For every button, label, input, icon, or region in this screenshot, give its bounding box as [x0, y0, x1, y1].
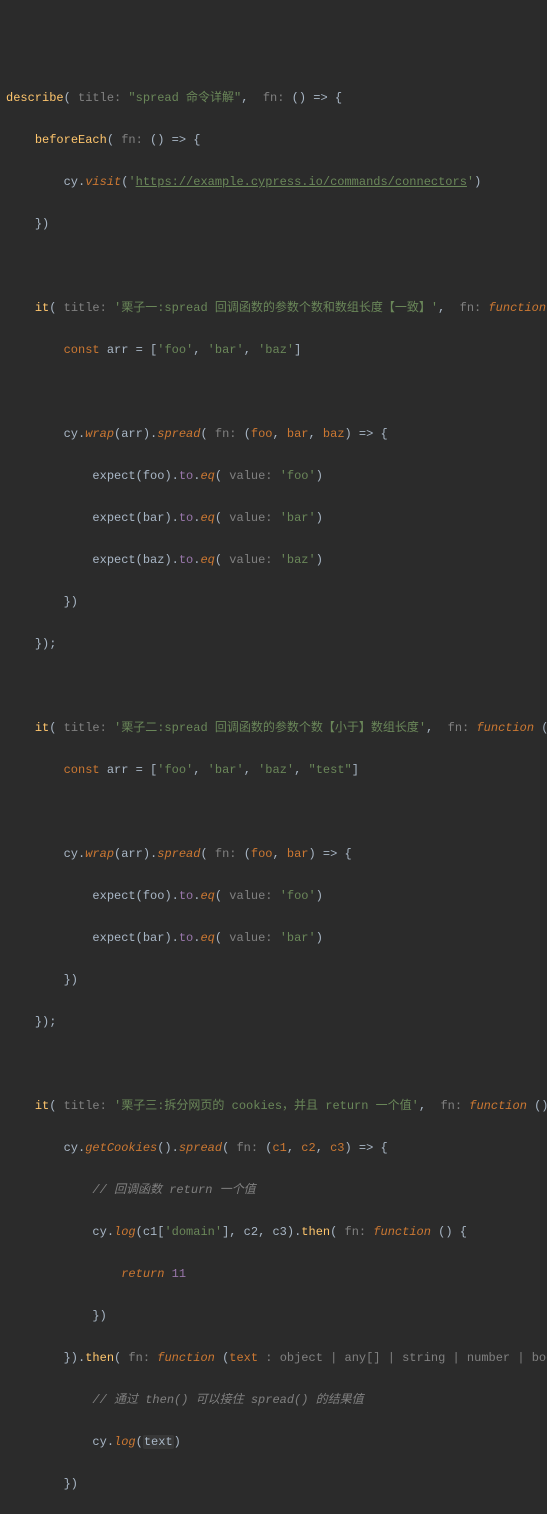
code-line: }).then( fn: function (text : object | a… — [0, 1348, 547, 1369]
code-line: }) — [0, 970, 547, 991]
code-line: // 回调函数 return 一个值 — [0, 1180, 547, 1201]
code-line: cy.wrap(arr).spread( fn: (foo, bar) => { — [0, 844, 547, 865]
blank-line — [0, 802, 547, 823]
code-line: }) — [0, 592, 547, 613]
code-line: expect(bar).to.eq( value: 'bar') — [0, 928, 547, 949]
code-line: describe( title: "spread 命令详解", fn: () =… — [0, 88, 547, 109]
blank-line — [0, 1054, 547, 1075]
code-line: }) — [0, 1306, 547, 1327]
code-line: const arr = ['foo', 'bar', 'baz'] — [0, 340, 547, 361]
code-line: return 11 — [0, 1264, 547, 1285]
code-line: cy.log(text) — [0, 1432, 547, 1453]
code-line: expect(bar).to.eq( value: 'bar') — [0, 508, 547, 529]
blank-line — [0, 256, 547, 277]
code-line: cy.visit('https://example.cypress.io/com… — [0, 172, 547, 193]
code-line: beforeEach( fn: () => { — [0, 130, 547, 151]
blank-line — [0, 382, 547, 403]
code-line: cy.wrap(arr).spread( fn: (foo, bar, baz)… — [0, 424, 547, 445]
code-line: cy.getCookies().spread( fn: (c1, c2, c3)… — [0, 1138, 547, 1159]
code-line: expect(foo).to.eq( value: 'foo') — [0, 466, 547, 487]
code-line: expect(baz).to.eq( value: 'baz') — [0, 550, 547, 571]
url-link[interactable]: https://example.cypress.io/commands/conn… — [136, 175, 467, 189]
code-line: }) — [0, 1474, 547, 1495]
code-line: it( title: '栗子二:spread 回调函数的参数个数【小于】数组长度… — [0, 718, 547, 739]
code-line: }); — [0, 1012, 547, 1033]
blank-line — [0, 676, 547, 697]
code-line: // 通过 then() 可以接住 spread() 的结果值 — [0, 1390, 547, 1411]
code-line: cy.log(c1['domain'], c2, c3).then( fn: f… — [0, 1222, 547, 1243]
code-line: expect(foo).to.eq( value: 'foo') — [0, 886, 547, 907]
code-line: }) — [0, 214, 547, 235]
code-line: }); — [0, 634, 547, 655]
code-line: const arr = ['foo', 'bar', 'baz', "test"… — [0, 760, 547, 781]
code-line: it( title: '栗子三:拆分网页的 cookies，并且 return … — [0, 1096, 547, 1117]
code-line: it( title: '栗子一:spread 回调函数的参数个数和数组长度【一致… — [0, 298, 547, 319]
